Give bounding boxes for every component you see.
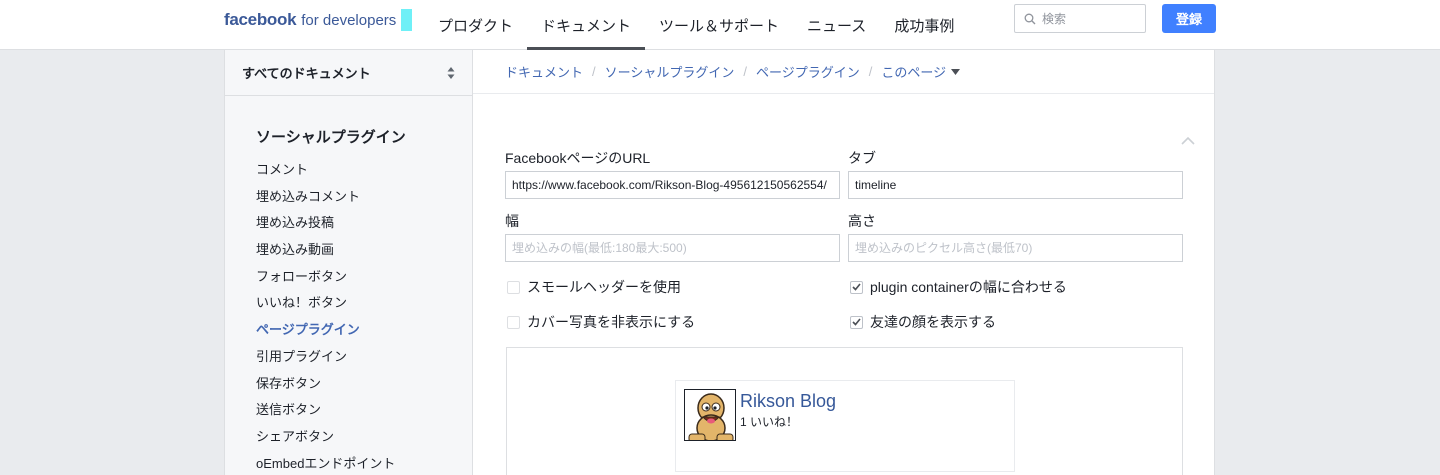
width-input[interactable] [505, 234, 840, 262]
sidebar-item-page-plugin[interactable]: ページプラグイン [256, 317, 395, 344]
hide-cover-option[interactable]: カバー写真を非表示にする [507, 312, 695, 332]
top-navigation-bar: facebook for developers プロダクト ドキュメント ツール… [0, 0, 1440, 50]
brand-suffix: for developers [301, 11, 397, 29]
page-avatar[interactable] [684, 389, 736, 441]
search-box[interactable] [1014, 4, 1146, 33]
adapt-width-checkbox[interactable] [850, 280, 863, 294]
sidebar-item-oembed-endpoint[interactable]: oEmbedエンドポイント [256, 451, 395, 475]
search-icon [1024, 13, 1036, 24]
sidebar-item-share-button[interactable]: シェアボタン [256, 424, 395, 451]
register-button[interactable]: 登録 [1162, 4, 1216, 33]
breadcrumb-page-plugin[interactable]: ページプラグイン [756, 62, 860, 81]
brand-name: facebook [224, 10, 297, 29]
sidebar-item-embedded-comments[interactable]: 埋め込みコメント [256, 184, 395, 211]
small-header-checkbox[interactable] [507, 280, 520, 294]
sort-arrows-icon [447, 66, 455, 79]
breadcrumb-separator: / [868, 64, 873, 79]
check-icon [852, 318, 861, 326]
brand-accent-block [401, 9, 413, 31]
sidebar-item-like-button[interactable]: いいね！ボタン [256, 290, 395, 317]
sidebar-item-embedded-videos[interactable]: 埋め込み動画 [256, 237, 395, 264]
width-label: 幅 [505, 213, 519, 229]
adapt-width-label: plugin containerの幅に合わせる [870, 279, 1067, 295]
breadcrumb-social-plugins[interactable]: ソーシャルプラグイン [605, 62, 735, 81]
hide-cover-label: カバー写真を非表示にする [527, 314, 696, 330]
height-label: 高さ [848, 213, 876, 229]
all-docs-label: すべてのドキュメント [242, 66, 371, 81]
breadcrumb-this-page[interactable]: このページ [881, 62, 946, 81]
page-like-count: 1 いいね！ [740, 415, 799, 429]
sidebar-item-save-button[interactable]: 保存ボタン [256, 371, 395, 398]
peanut-mascot-icon [685, 390, 735, 440]
chevron-up-icon[interactable] [1181, 136, 1195, 145]
page-plugin-card: Rikson Blog 1 いいね！ [675, 380, 1015, 472]
facebook-developers-logo[interactable]: facebook for developers [224, 9, 413, 31]
nav-item-success-stories[interactable]: 成功事例 [880, 0, 968, 50]
search-input[interactable] [1042, 11, 1132, 26]
sidebar-item-send-button[interactable]: 送信ボタン [256, 397, 395, 424]
show-facepile-option[interactable]: 友達の顔を表示する [850, 312, 996, 332]
page-url-label: FacebookページのURL [505, 150, 651, 166]
nav-item-news[interactable]: ニュース [793, 0, 880, 50]
sidebar-item-quote-plugin[interactable]: 引用プラグイン [256, 344, 395, 371]
breadcrumb-docs[interactable]: ドキュメント [505, 62, 583, 81]
height-input[interactable] [848, 234, 1183, 262]
sidebar-section-title: ソーシャルプラグイン [256, 129, 406, 146]
main-nav: プロダクト ドキュメント ツール＆サポート ニュース 成功事例 [424, 0, 968, 50]
small-header-option[interactable]: スモールヘッダーを使用 [507, 277, 681, 297]
breadcrumb-separator: / [592, 64, 596, 79]
hide-cover-checkbox[interactable] [507, 315, 520, 329]
nav-item-products[interactable]: プロダクト [424, 0, 527, 50]
page-url-input[interactable] [505, 171, 840, 199]
show-facepile-checkbox[interactable] [850, 315, 863, 329]
breadcrumb: ドキュメント / ソーシャルプラグイン / ページプラグイン / このページ [473, 50, 1214, 94]
show-facepile-label: 友達の顔を表示する [870, 314, 996, 330]
plugin-preview: Rikson Blog 1 いいね！ [506, 347, 1183, 475]
main-content: ドキュメント / ソーシャルプラグイン / ページプラグイン / このページ F… [473, 50, 1215, 475]
breadcrumb-separator: / [743, 64, 748, 79]
docs-sidebar: すべてのドキュメント ソーシャルプラグイン コメント 埋め込みコメント 埋め込み… [224, 50, 473, 475]
sidebar-list: コメント 埋め込みコメント 埋め込み投稿 埋め込み動画 フォローボタン いいね！… [256, 157, 395, 475]
check-icon [852, 283, 861, 291]
adapt-width-option[interactable]: plugin containerの幅に合わせる [850, 277, 1067, 297]
sidebar-item-embedded-posts[interactable]: 埋め込み投稿 [256, 210, 395, 237]
all-docs-selector[interactable]: すべてのドキュメント [225, 50, 472, 96]
nav-item-docs[interactable]: ドキュメント [527, 0, 646, 50]
sidebar-item-comments[interactable]: コメント [256, 157, 395, 184]
tabs-label: タブ [848, 150, 876, 166]
caret-down-icon[interactable] [951, 68, 961, 75]
page-name-link[interactable]: Rikson Blog [740, 391, 836, 412]
tabs-input[interactable] [848, 171, 1183, 199]
sidebar-item-follow-button[interactable]: フォローボタン [256, 264, 395, 291]
nav-item-tools-support[interactable]: ツール＆サポート [645, 0, 793, 50]
small-header-label: スモールヘッダーを使用 [527, 279, 681, 295]
